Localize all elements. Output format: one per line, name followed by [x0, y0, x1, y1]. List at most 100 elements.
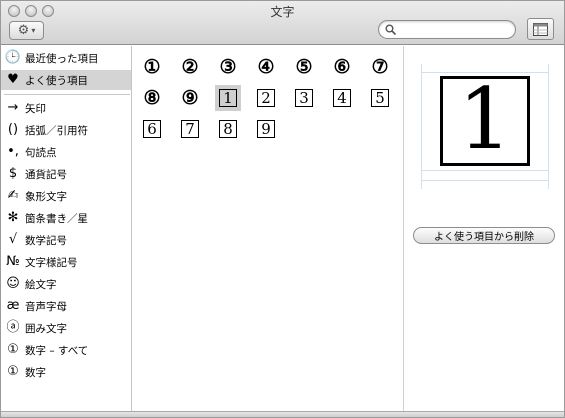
character-glyph: ④: [257, 55, 275, 78]
character-glyph: 1: [219, 89, 237, 107]
sidebar-item[interactable]: $ 通貨記号: [1, 164, 131, 184]
sidebar-item-label: 象形文字: [25, 190, 67, 203]
asterisk-icon: ✻: [7, 210, 19, 225]
preview-glyph-box: 1: [440, 76, 530, 166]
search-icon: [385, 24, 396, 35]
character-cell[interactable]: 1: [215, 85, 241, 111]
circled-a-icon: ⓐ: [6, 320, 20, 335]
chevron-down-icon: ▾: [31, 25, 36, 35]
sidebar-item-label: 数字 – すべて: [25, 344, 89, 357]
character-glyph: ⑤: [295, 55, 313, 78]
character-cell[interactable]: ③: [215, 54, 241, 80]
sidebar-item-label: 絵文字: [25, 278, 57, 291]
sidebar-item-label: 箇条書き／星: [25, 212, 88, 225]
character-glyph: ⑧: [143, 86, 161, 109]
character-glyph: 4: [333, 89, 351, 107]
search-field[interactable]: [378, 20, 516, 39]
pictograph-icon: ✍: [7, 188, 19, 203]
parentheses-icon: (): [7, 122, 19, 137]
sidebar-item-label: 数字: [25, 366, 46, 379]
action-menu-button[interactable]: ⚙ ▾: [9, 21, 44, 40]
character-glyph: ⑦: [371, 55, 389, 78]
sidebar-item-label: 文字様記号: [25, 256, 78, 269]
sidebar-item[interactable]: •, 句読点: [1, 142, 131, 162]
smiley-icon: ☺: [6, 276, 20, 291]
circled-one-icon: ①: [7, 342, 19, 357]
sidebar-item[interactable]: ♥ よく使う項目: [1, 70, 131, 90]
category-sidebar: 🕒 最近使った項目 ♥ よく使う項目 → 矢印 () 括弧／引用符 •, 句読点 $ 通貨記号 ✍ 象形文…: [1, 46, 132, 411]
window-bottom-bar: [1, 411, 564, 417]
sidebar-item[interactable]: ☺ 絵文字: [1, 274, 131, 294]
character-cell[interactable]: 5: [367, 85, 393, 111]
sidebar-item[interactable]: æ 音声字母: [1, 296, 131, 316]
window-title: 文字: [270, 5, 295, 19]
square-root-icon: √: [8, 232, 18, 247]
sidebar-item-label: よく使う項目: [25, 74, 88, 87]
character-cell[interactable]: 4: [329, 85, 355, 111]
titlebar: 文字 ⚙ ▾: [1, 1, 564, 45]
sidebar-item[interactable]: ✻ 箇条書き／星: [1, 208, 131, 228]
sidebar-item-label: 矢印: [25, 102, 46, 115]
dollar-icon: $: [8, 166, 18, 181]
character-cell[interactable]: ⑦: [367, 54, 393, 80]
character-glyph: 2: [257, 89, 275, 107]
sidebar-item[interactable]: √ 数学記号: [1, 230, 131, 250]
character-glyph: ⑥: [333, 55, 351, 78]
ae-ligature-icon: æ: [6, 298, 20, 313]
character-cell[interactable]: ⑥: [329, 54, 355, 80]
character-palette-toggle-button[interactable]: [527, 18, 554, 40]
sidebar-item[interactable]: ① 数字: [1, 362, 131, 382]
search-input[interactable]: [399, 23, 509, 36]
remove-from-favorites-button[interactable]: よく使う項目から削除: [413, 227, 555, 244]
character-cell[interactable]: 2: [253, 85, 279, 111]
character-glyph: ①: [143, 55, 161, 78]
sidebar-item[interactable]: 🕒 最近使った項目: [1, 48, 131, 68]
circled-one-icon: ①: [7, 364, 19, 379]
preview-glyph: 1: [458, 70, 512, 168]
character-glyph: 7: [181, 120, 199, 138]
character-cell[interactable]: 3: [291, 85, 317, 111]
punctuation-icon: •,: [7, 144, 19, 159]
character-glyph: ②: [181, 55, 199, 78]
sidebar-item[interactable]: ⓐ 囲み文字: [1, 318, 131, 338]
character-cell[interactable]: ①: [139, 54, 165, 80]
sidebar-item-label: 最近使った項目: [25, 52, 99, 65]
sidebar-item[interactable]: ① 数字 – すべて: [1, 340, 131, 360]
character-cell[interactable]: ⑤: [291, 54, 317, 80]
character-cell[interactable]: ②: [177, 54, 203, 80]
character-palette-icon: [533, 22, 548, 36]
character-glyph: ③: [219, 55, 237, 78]
character-glyph: 5: [371, 89, 389, 107]
sidebar-item-label: 通貨記号: [25, 168, 67, 181]
character-cell[interactable]: 7: [177, 116, 203, 142]
sidebar-item-label: 囲み文字: [25, 322, 67, 335]
sidebar-divider: [4, 94, 130, 95]
character-cell[interactable]: 6: [139, 116, 165, 142]
character-viewer-window: 文字 ⚙ ▾ 🕒 最近使った項目 ♥ よく使う項目 → 矢印 () 括弧／引用符 •, 句読点 $ 通…: [0, 0, 565, 418]
sidebar-item[interactable]: № 文字様記号: [1, 252, 131, 272]
heart-icon: ♥: [7, 72, 19, 87]
guide-line: [421, 180, 549, 181]
arrow-icon: →: [7, 100, 19, 115]
character-cell[interactable]: 8: [215, 116, 241, 142]
character-glyph: 8: [219, 120, 237, 138]
character-glyph: ⑨: [181, 86, 199, 109]
sidebar-item[interactable]: ✍ 象形文字: [1, 186, 131, 206]
character-cell[interactable]: ④: [253, 54, 279, 80]
character-cell[interactable]: ⑧: [139, 85, 165, 111]
sidebar-item[interactable]: → 矢印: [1, 98, 131, 118]
character-cell[interactable]: ⑨: [177, 85, 203, 111]
sidebar-item-label: 数学記号: [25, 234, 67, 247]
character-glyph: 6: [143, 120, 161, 138]
character-glyph: 3: [295, 89, 313, 107]
sidebar-item-label: 括弧／引用符: [25, 124, 88, 137]
character-glyph: 9: [257, 120, 275, 138]
character-preview-panel: 1 よく使う項目から削除: [405, 46, 564, 411]
numero-icon: №: [6, 254, 20, 269]
sidebar-item-label: 句読点: [25, 146, 57, 159]
character-cell[interactable]: 9: [253, 116, 279, 142]
guide-line: [421, 170, 549, 171]
gear-icon: ⚙: [17, 23, 30, 38]
sidebar-item[interactable]: () 括弧／引用符: [1, 120, 131, 140]
character-grid: ①②③④⑤⑥⑦ ⑧⑨ 1 2 3 4 5 6 7 8 9: [132, 46, 404, 411]
